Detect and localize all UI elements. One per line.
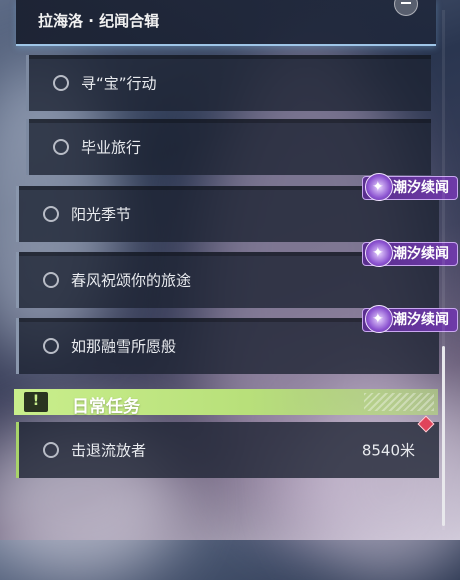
quest-status-icon <box>53 139 69 155</box>
sparkle-star-icon <box>365 305 393 333</box>
quest-distance: 8540米 <box>361 441 415 460</box>
collapse-icon[interactable] <box>394 0 418 16</box>
quest-label: 寻“宝”行动 <box>81 74 157 93</box>
quest-label: 春风祝颂你的旅途 <box>71 271 192 290</box>
subquest-item-treasure[interactable]: 寻“宝”行动 <box>26 55 431 111</box>
quest-label: 阳光季节 <box>71 205 132 224</box>
sparkle-star-icon <box>365 173 393 201</box>
quest-label: 毕业旅行 <box>81 138 142 157</box>
badge-label: 潮汐续闻 <box>393 246 449 262</box>
quest-label: 如那融雪所愿般 <box>71 337 177 356</box>
sparkle-star-icon <box>365 239 393 267</box>
badge-label: 潮汐续闻 <box>393 180 449 196</box>
decorative-stripes <box>364 393 434 411</box>
quest-label: 击退流放者 <box>71 441 147 460</box>
badge-label: 潮汐续闻 <box>393 312 449 328</box>
quest-group-title: 拉海洛 · 纪闻合辑 <box>38 12 160 30</box>
scrollbar-thumb[interactable] <box>442 346 445 526</box>
quest-status-icon <box>43 442 59 458</box>
daily-quest-item[interactable]: 击退流放者 8540米 <box>16 422 439 478</box>
daily-tasks-header[interactable]: 日常任务 <box>14 389 438 417</box>
quest-group-header[interactable]: 拉海洛 · 纪闻合辑 <box>16 0 436 46</box>
quest-panel: 拉海洛 · 纪闻合辑 寻“宝”行动 毕业旅行 阳光季节 潮汐续闻 春风祝颂你的旅… <box>0 0 460 540</box>
quest-status-icon <box>43 206 59 222</box>
quest-status-icon <box>53 75 69 91</box>
quest-status-icon <box>43 272 59 288</box>
subquest-item-graduation-trip[interactable]: 毕业旅行 <box>26 119 431 175</box>
quest-status-icon <box>43 338 59 354</box>
daily-tasks-title: 日常任务 <box>72 397 140 417</box>
alert-icon <box>24 392 48 412</box>
